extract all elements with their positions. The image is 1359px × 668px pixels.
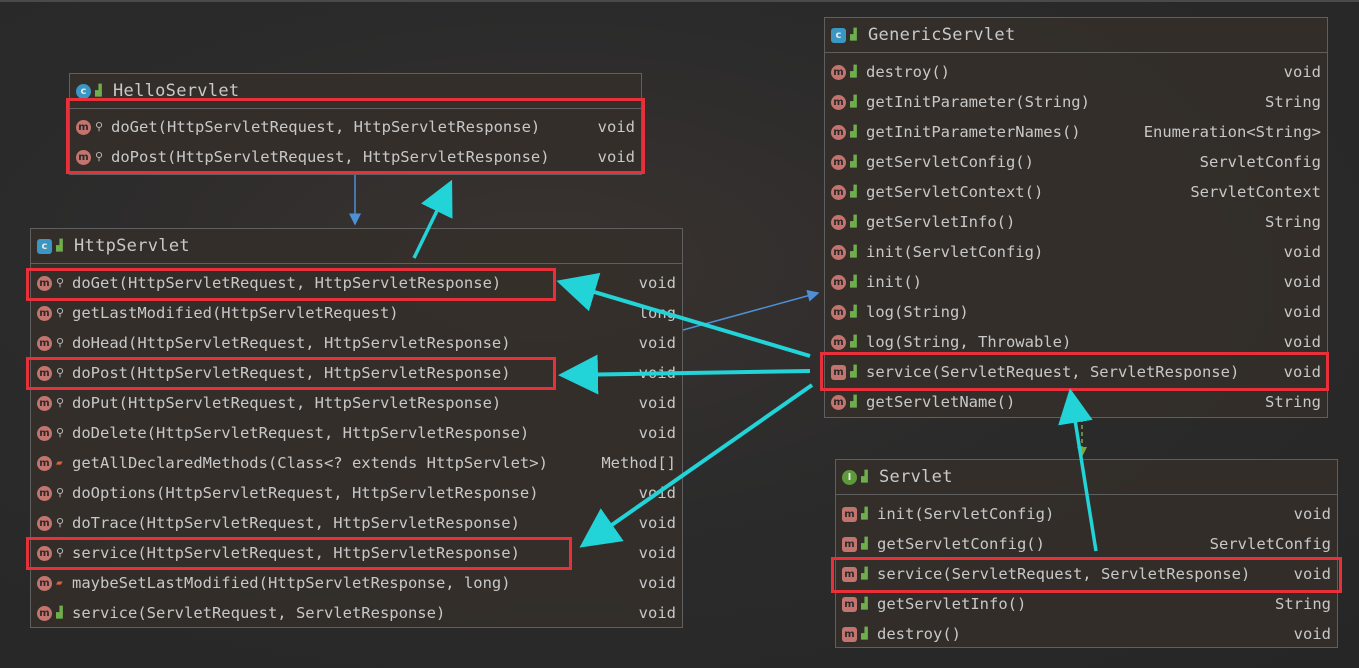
callout-arrow-service [579,383,814,548]
callout-arrow-servlet-to-generic [1058,388,1098,552]
callout-arrow-up-to-hello [412,179,453,259]
callout-arrow-doget [556,272,811,358]
callout-arrow-dopost [558,354,811,395]
arrows-layer [349,175,1098,552]
